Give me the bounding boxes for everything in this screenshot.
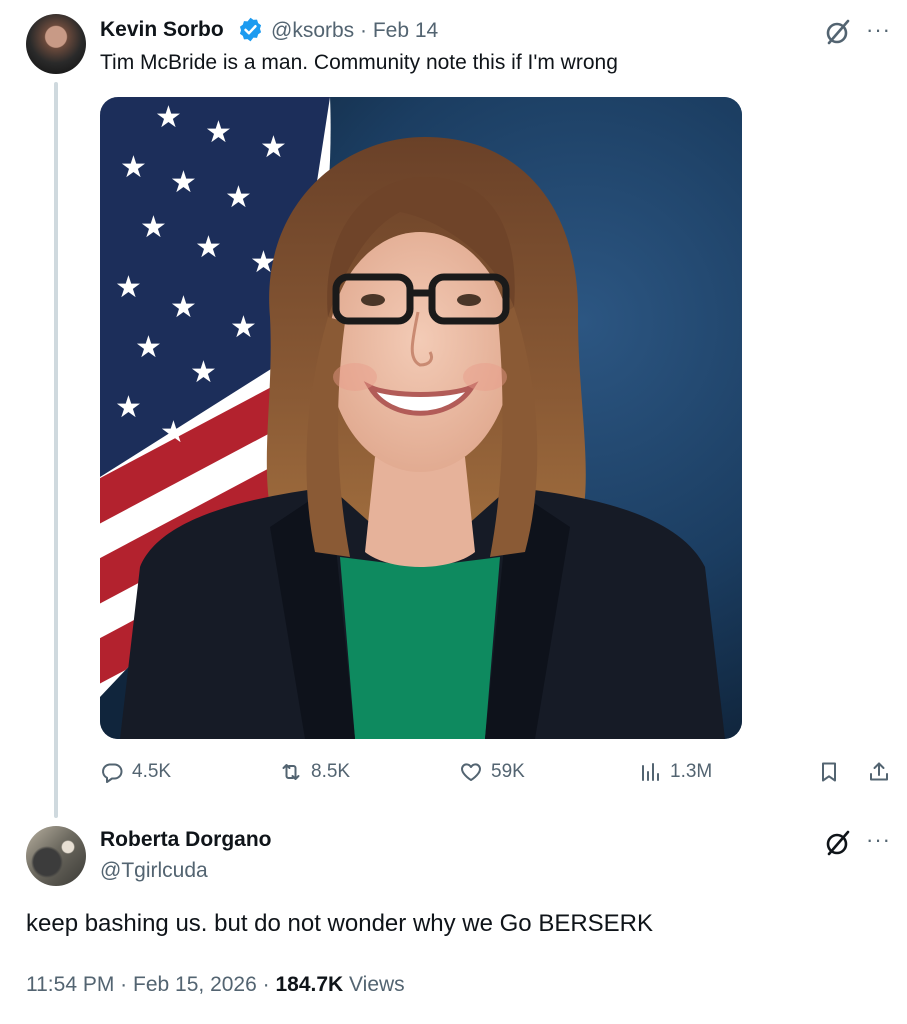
repost-icon bbox=[282, 764, 300, 780]
tweet-text: Tim McBride is a man. Community note thi… bbox=[100, 51, 618, 74]
share-button[interactable] bbox=[867, 760, 891, 784]
verified-badge-icon bbox=[239, 17, 262, 42]
views-count: 1.3M bbox=[670, 761, 713, 782]
svg-text:★: ★ bbox=[155, 100, 182, 135]
meta-separator: · bbox=[262, 973, 270, 996]
more-icon[interactable]: ··· bbox=[866, 19, 891, 41]
reply-count: 4.5K bbox=[132, 761, 172, 782]
tweet-media-photo[interactable]: ★ ★ ★ ★ ★ ★ ★ ★ ★ ★ ★ ★ ★ ★ ★ ★ bbox=[100, 97, 742, 739]
post-views-count: 184.7K bbox=[275, 973, 344, 996]
post-views-label: Views bbox=[349, 973, 405, 996]
repost-count: 8.5K bbox=[311, 761, 351, 782]
svg-text:★: ★ bbox=[120, 150, 147, 185]
heart-icon bbox=[461, 763, 481, 781]
post-date[interactable]: Feb 14 bbox=[373, 19, 438, 42]
svg-text:★: ★ bbox=[260, 130, 287, 165]
thread-connector-line bbox=[54, 82, 58, 818]
svg-text:★: ★ bbox=[160, 415, 187, 450]
svg-text:★: ★ bbox=[225, 180, 252, 215]
more-icon[interactable]: ··· bbox=[866, 829, 891, 851]
share-icon bbox=[870, 762, 888, 781]
like-count: 59K bbox=[491, 761, 525, 782]
post-full-date[interactable]: Feb 15, 2026 bbox=[133, 973, 257, 996]
svg-text:★: ★ bbox=[170, 165, 197, 200]
repost-button[interactable]: 8.5K bbox=[279, 760, 350, 784]
meta-separator: · bbox=[120, 973, 128, 996]
svg-text:★: ★ bbox=[190, 355, 217, 390]
reply-button[interactable]: 4.5K bbox=[100, 760, 171, 784]
portrait-illustration: ★ ★ ★ ★ ★ ★ ★★ ★ ★★★ ★★ ★★ bbox=[100, 97, 742, 739]
svg-text:★: ★ bbox=[135, 330, 162, 365]
bookmark-icon bbox=[822, 762, 836, 782]
grok-icon[interactable] bbox=[823, 828, 853, 858]
post-metadata: 11:54 PM · Feb 15, 2026 · 184.7K Views bbox=[26, 973, 405, 997]
svg-text:★: ★ bbox=[170, 290, 197, 325]
svg-text:★: ★ bbox=[195, 230, 222, 265]
svg-text:★: ★ bbox=[205, 115, 232, 150]
author-handle[interactable]: @ksorbs bbox=[271, 19, 354, 42]
views-icon bbox=[642, 763, 659, 781]
author-avatar[interactable] bbox=[26, 14, 86, 74]
handle-date-separator: · bbox=[360, 19, 368, 42]
reply-tweet-text: keep bashing us. but do not wonder why w… bbox=[26, 910, 654, 937]
reply-author-name[interactable]: Roberta Dorgano bbox=[100, 828, 272, 852]
author-handle-and-date[interactable]: @ksorbs · Feb 14 bbox=[271, 19, 438, 43]
svg-text:★: ★ bbox=[115, 390, 142, 425]
svg-text:★: ★ bbox=[115, 270, 142, 305]
svg-text:★: ★ bbox=[230, 310, 257, 345]
bookmark-button[interactable] bbox=[817, 760, 841, 784]
reply-author-handle[interactable]: @Tgirlcuda bbox=[100, 859, 208, 883]
svg-text:★: ★ bbox=[140, 210, 167, 245]
grok-icon[interactable] bbox=[823, 17, 853, 47]
reply-icon bbox=[102, 763, 123, 783]
post-time[interactable]: 11:54 PM bbox=[26, 973, 114, 996]
like-button[interactable]: 59K bbox=[459, 760, 525, 784]
reply-author-avatar[interactable] bbox=[26, 826, 86, 886]
views-button[interactable]: 1.3M bbox=[638, 760, 712, 784]
author-name[interactable]: Kevin Sorbo bbox=[100, 18, 224, 42]
